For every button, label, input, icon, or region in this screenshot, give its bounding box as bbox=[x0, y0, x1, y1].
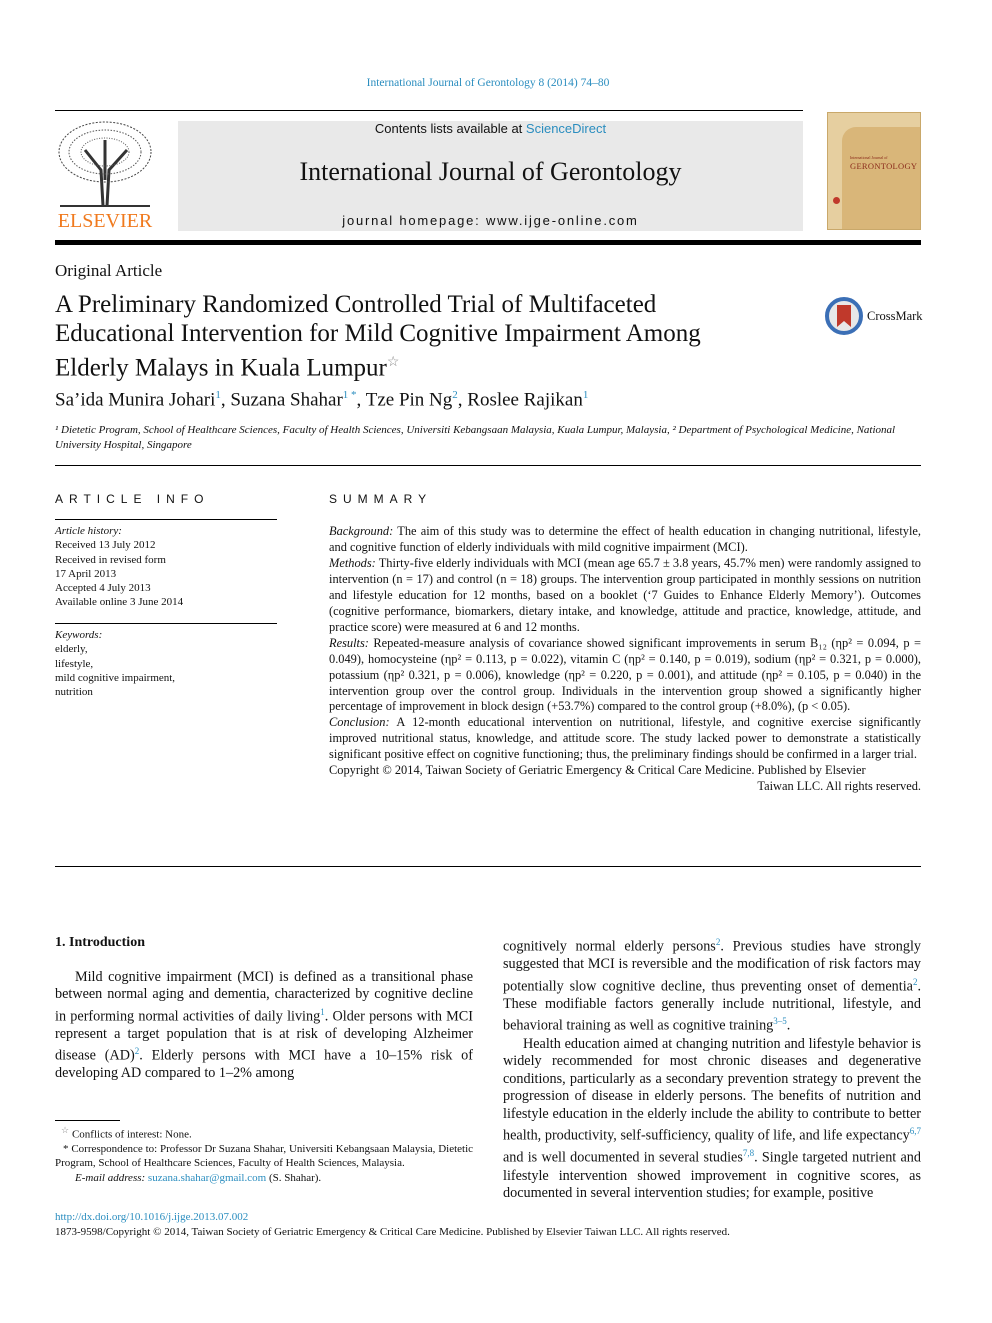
divider bbox=[55, 866, 921, 867]
article-history: Article history: Received 13 July 2012 R… bbox=[55, 524, 277, 610]
author-name[interactable]: Sa’ida Munira Johari bbox=[55, 389, 215, 410]
sciencedirect-link[interactable]: ScienceDirect bbox=[526, 121, 606, 136]
section-label: Background: bbox=[329, 524, 394, 538]
paragraph-text: Health education aimed at changing nutri… bbox=[503, 1035, 921, 1144]
divider bbox=[55, 519, 277, 520]
keyword: elderly, bbox=[55, 643, 88, 656]
citation-ref[interactable]: 7,8 bbox=[743, 1148, 754, 1158]
journal-header: Contents lists available at ScienceDirec… bbox=[178, 121, 803, 231]
author-affiliation-mark[interactable]: 2 bbox=[452, 389, 458, 401]
section-text: A 12-month educational intervention on n… bbox=[329, 715, 921, 762]
keyword: mild cognitive impairment, bbox=[55, 671, 176, 684]
summary-conclusion: Conclusion: A 12-month educational inter… bbox=[329, 715, 921, 763]
journal-citation-link[interactable]: International Journal of Gerontology 8 (… bbox=[0, 77, 976, 89]
divider bbox=[55, 623, 277, 624]
keywords-label: Keywords: bbox=[55, 629, 103, 641]
title-footnote-mark[interactable]: ☆ bbox=[387, 355, 400, 370]
intro-paragraph: Mild cognitive impairment (MCI) is defin… bbox=[55, 969, 473, 1083]
summary-results: Results: Repeated-measure analysis of co… bbox=[329, 636, 921, 716]
section-text: Repeated-measure analysis of covariance … bbox=[329, 635, 921, 714]
intro-paragraph: cognitively normal elderly persons2. Pre… bbox=[503, 934, 921, 1036]
elsevier-logo[interactable]: ELSEVIER bbox=[55, 120, 155, 233]
article-info-heading: ARTICLE INFO bbox=[55, 492, 210, 506]
author-affiliation-mark[interactable]: 1 bbox=[583, 389, 589, 401]
author-name[interactable]: Suzana Shahar bbox=[230, 389, 342, 410]
title-line: A Preliminary Randomized Controlled Tria… bbox=[55, 291, 657, 318]
summary-copyright-cont: Taiwan LLC. All rights reserved. bbox=[757, 779, 921, 794]
header-rule bbox=[55, 110, 803, 111]
email-link[interactable]: suzana.shahar@gmail.com bbox=[148, 1172, 266, 1184]
section-label: Conclusion: bbox=[329, 715, 390, 730]
footer-copyright: 1873-9598/Copyright © 2014, Taiwan Socie… bbox=[55, 1226, 730, 1238]
contents-line: Contents lists available at ScienceDirec… bbox=[178, 121, 803, 136]
summary-copyright: Copyright © 2014, Taiwan Society of Geri… bbox=[329, 763, 866, 778]
cover-panel bbox=[842, 127, 920, 229]
summary-methods: Methods: Thirty-five elderly individuals… bbox=[329, 556, 921, 636]
journal-title: International Journal of Gerontology bbox=[299, 157, 682, 186]
history-item: Received 13 July 2012 bbox=[55, 539, 156, 552]
crossmark-button[interactable]: CrossMark bbox=[825, 297, 923, 335]
doi-link[interactable]: http://dx.doi.org/10.1016/j.ijge.2013.07… bbox=[55, 1211, 248, 1223]
title-line: Educational Intervention for Mild Cognit… bbox=[55, 320, 701, 347]
cover-subtitle: International Journal of bbox=[850, 155, 888, 160]
cover-title: GERONTOLOGY bbox=[850, 161, 918, 171]
divider bbox=[55, 465, 921, 466]
elsevier-wordmark: ELSEVIER bbox=[57, 210, 153, 232]
citation-ref[interactable]: 3–5 bbox=[773, 1016, 787, 1026]
contents-prefix: Contents lists available at bbox=[374, 121, 526, 136]
citation-ref[interactable]: 6,7 bbox=[910, 1126, 921, 1136]
email-owner: (S. Shahar). bbox=[268, 1171, 322, 1184]
footnote-rule bbox=[55, 1120, 120, 1121]
history-item: 17 April 2013 bbox=[55, 567, 117, 580]
right-column: cognitively normal elderly persons2. Pre… bbox=[503, 934, 921, 1203]
summary-heading: SUMMARY bbox=[329, 492, 433, 506]
history-item: Available online 3 June 2014 bbox=[55, 596, 184, 609]
section-heading-introduction: 1. Introduction bbox=[55, 935, 145, 950]
paragraph-text: and is well documented in several studie… bbox=[503, 1150, 743, 1167]
history-item: Accepted 4 July 2013 bbox=[55, 582, 151, 595]
crossmark-icon bbox=[825, 297, 863, 335]
title-line: Elderly Malays in Kuala Lumpur☆ bbox=[55, 348, 775, 382]
crossmark-label: CrossMark bbox=[867, 308, 923, 323]
author-name[interactable]: Roslee Rajikan bbox=[467, 389, 583, 410]
paragraph-text: . bbox=[786, 1018, 791, 1035]
journal-cover-image[interactable]: International Journal of GERONTOLOGY bbox=[827, 112, 921, 230]
elsevier-tree-icon bbox=[55, 120, 155, 208]
paragraph-text: cognitively normal elderly persons bbox=[503, 938, 716, 955]
author-list: Sa’ida Munira Johari1, Suzana Shahar1 *,… bbox=[55, 389, 589, 411]
affiliations: ¹ Dietetic Program, School of Healthcare… bbox=[55, 424, 896, 451]
correspondence-note: Correspondence to: Professor Dr Suzana S… bbox=[55, 1142, 474, 1170]
keywords: Keywords: elderly, lifestyle, mild cogni… bbox=[55, 628, 277, 699]
summary-background: Background: The aim of this study was to… bbox=[329, 524, 921, 556]
section-text: Thirty-five elderly individuals with MCI… bbox=[329, 555, 921, 634]
correspondence-mark: * bbox=[63, 1142, 69, 1155]
author-affiliation-mark[interactable]: 1 bbox=[215, 389, 221, 401]
article-type: Original Article bbox=[55, 261, 163, 280]
author-name[interactable]: Tze Pin Ng bbox=[366, 389, 453, 410]
section-label: Methods: bbox=[329, 555, 376, 570]
footnotes: ☆ Conflicts of interest: None. * Corresp… bbox=[55, 1123, 473, 1185]
keyword: lifestyle, bbox=[55, 657, 94, 670]
summary: Background: The aim of this study was to… bbox=[329, 524, 921, 795]
journal-homepage[interactable]: journal homepage: www.ijge-online.com bbox=[178, 213, 803, 228]
author-affiliation-mark[interactable]: 1 * bbox=[343, 389, 357, 401]
article-page: International Journal of Gerontology 8 (… bbox=[0, 0, 992, 1323]
society-seal-icon bbox=[833, 197, 840, 204]
left-column: 1. Introduction Mild cognitive impairmen… bbox=[55, 934, 473, 1083]
email-label: E-mail address: bbox=[75, 1171, 146, 1184]
section-label: Results: bbox=[329, 635, 369, 650]
keyword: nutrition bbox=[55, 686, 93, 699]
section-text: The aim of this study was to determine t… bbox=[329, 524, 921, 554]
intro-paragraph: Health education aimed at changing nutri… bbox=[503, 1036, 921, 1203]
conflict-mark: ☆ bbox=[61, 1125, 70, 1135]
title-line-text: Elderly Malays in Kuala Lumpur bbox=[55, 354, 387, 382]
article-title: A Preliminary Randomized Controlled Tria… bbox=[55, 290, 775, 382]
history-label: Article history: bbox=[55, 525, 122, 537]
history-item: Received in revised form bbox=[55, 553, 166, 566]
header-thick-rule bbox=[55, 240, 921, 245]
conflict-note: Conflicts of interest: None. bbox=[71, 1128, 192, 1141]
